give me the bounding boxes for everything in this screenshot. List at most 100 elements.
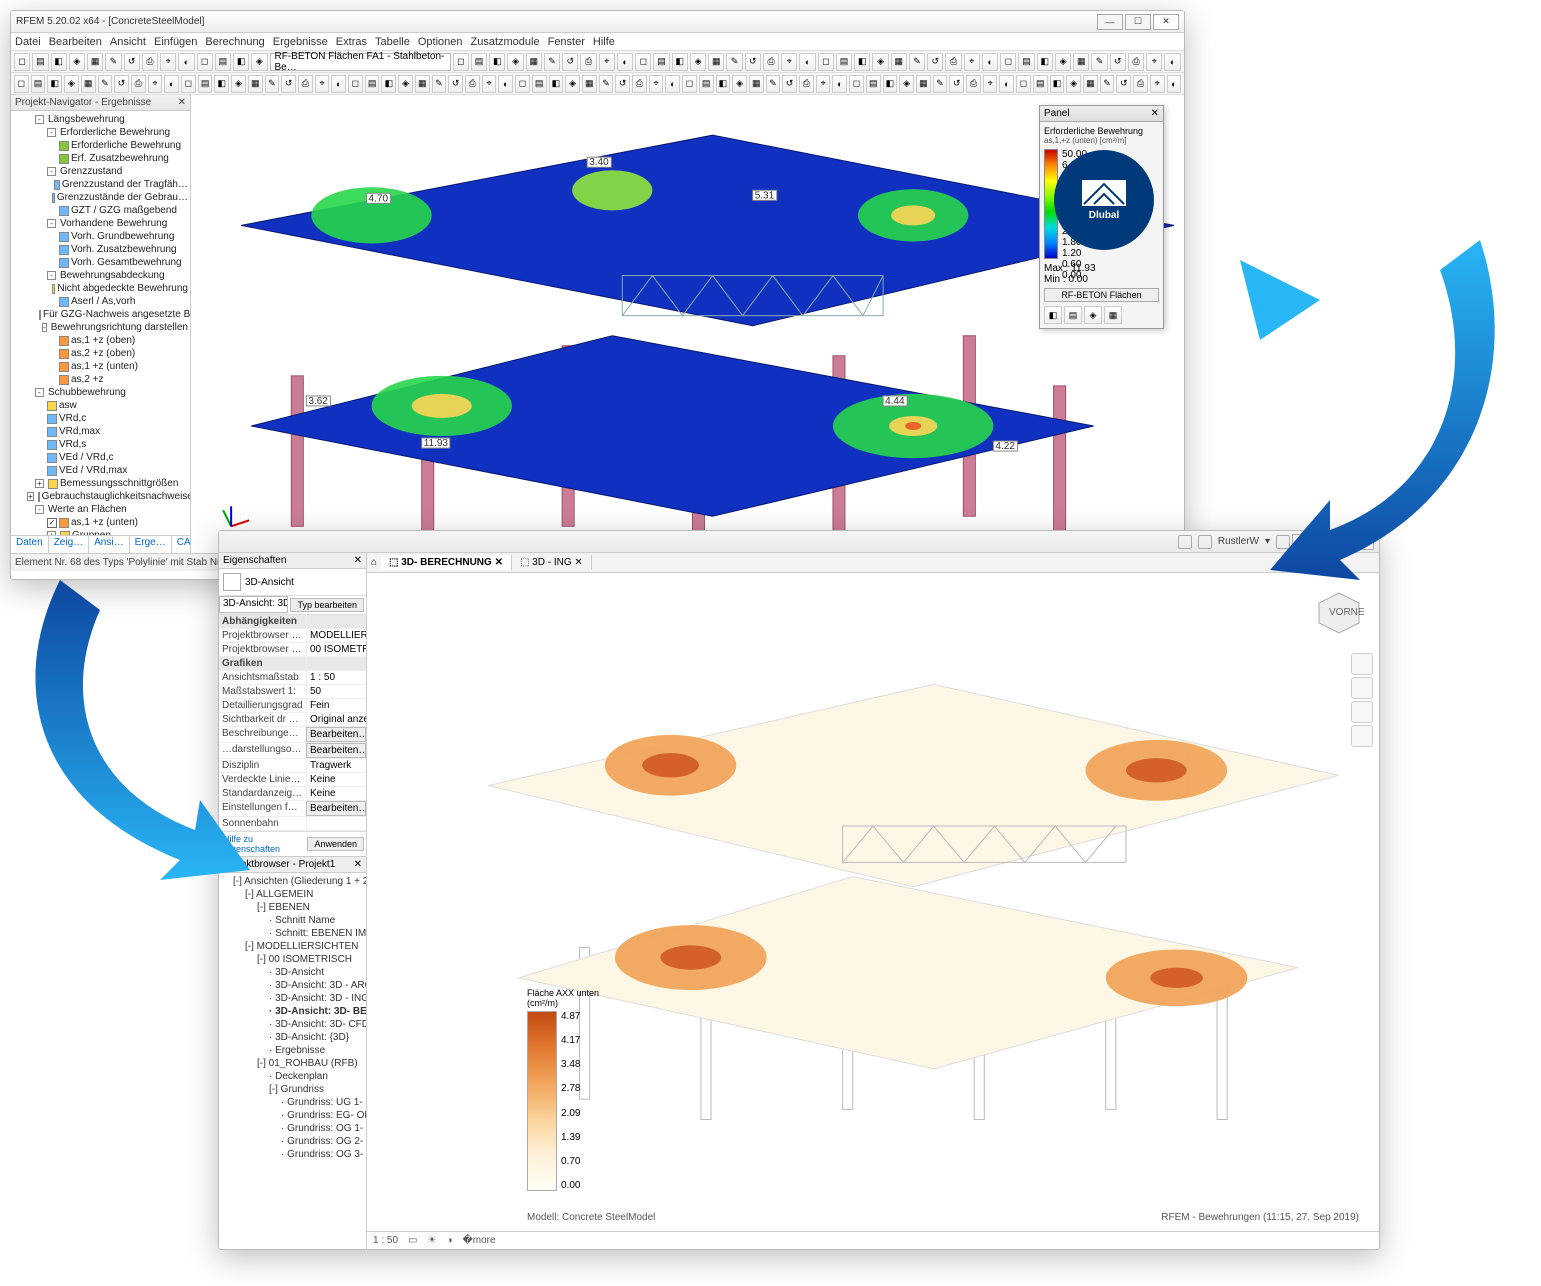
status-icon[interactable]: ◑ bbox=[446, 1235, 452, 1246]
home-icon[interactable]: ⌂ bbox=[367, 557, 381, 568]
browser-item[interactable]: · Grundriss: EG- OK RFB bbox=[281, 1109, 364, 1122]
toolbar-button[interactable]: ⌖ bbox=[964, 53, 980, 71]
toolbar-button[interactable]: ◧ bbox=[381, 75, 396, 93]
close-icon[interactable]: ✕ bbox=[178, 97, 186, 108]
toolbar-button[interactable]: ▤ bbox=[532, 75, 547, 93]
toolbar-button[interactable]: ⌖ bbox=[599, 53, 615, 71]
toolbar-button[interactable]: ▦ bbox=[1073, 53, 1089, 71]
toolbar-button[interactable]: ◧ bbox=[233, 53, 249, 71]
toolbar-button[interactable]: ⌖ bbox=[315, 75, 330, 93]
toolbar-button[interactable]: ↺ bbox=[124, 53, 140, 71]
toolbar-button[interactable]: ◈ bbox=[64, 75, 79, 93]
minimize-button[interactable]: ― bbox=[1292, 534, 1318, 550]
toolbar-button[interactable]: ↺ bbox=[782, 75, 797, 93]
tree-item[interactable]: VRd,c bbox=[37, 412, 188, 425]
browser-item[interactable]: [-] 01_ROHBAU (RFB) bbox=[257, 1057, 364, 1070]
tree-item[interactable]: VEd / VRd,c bbox=[37, 451, 188, 464]
properties-header[interactable]: Eigenschaften✕ bbox=[219, 553, 366, 569]
property-row[interactable]: Projektbrowser Glie…MODELLIERSICHTEN bbox=[219, 629, 366, 643]
toolbar-button[interactable]: ◈ bbox=[1066, 75, 1081, 93]
toolbar-button[interactable]: ◈ bbox=[899, 75, 914, 93]
panel-icon[interactable]: ▤ bbox=[1064, 306, 1082, 324]
toolbar-button[interactable]: ⎙ bbox=[1133, 75, 1148, 93]
navigator-tabs[interactable]: DatenZeig…Ansi…Erge…CAD… bbox=[11, 535, 190, 553]
tree-item[interactable]: Erforderliche Bewehrung bbox=[49, 139, 188, 152]
toolbar-button[interactable]: ↺ bbox=[927, 53, 943, 71]
toolbar-button[interactable]: ▤ bbox=[1033, 75, 1048, 93]
tree-item[interactable]: VRd,s bbox=[37, 438, 188, 451]
tree-item[interactable]: Nicht abgedeckte Bewehrung bbox=[49, 282, 188, 295]
toolbar-button[interactable]: ▤ bbox=[699, 75, 714, 93]
menu-zusatzmodule[interactable]: Zusatzmodule bbox=[471, 36, 540, 48]
menu-ergebnisse[interactable]: Ergebnisse bbox=[273, 36, 328, 48]
toolbar-button[interactable]: ◧ bbox=[489, 53, 505, 71]
panel-icon[interactable]: ◧ bbox=[1044, 306, 1062, 324]
toolbar-button[interactable]: ◈ bbox=[251, 53, 267, 71]
toolbar-button[interactable]: ⎙ bbox=[465, 75, 480, 93]
navigator-tab[interactable]: Ansi… bbox=[89, 536, 129, 553]
menu-fenster[interactable]: Fenster bbox=[548, 36, 585, 48]
view-combo[interactable]: 3D-Ansicht: 3D- BERECHN… bbox=[219, 596, 288, 613]
browser-item[interactable]: [-] Grundriss bbox=[269, 1083, 364, 1096]
view-tab[interactable]: ⬚ 3D - ING ✕ bbox=[512, 555, 592, 570]
toolbar-button[interactable]: ◈ bbox=[69, 53, 85, 71]
toolbar-button[interactable]: ▤ bbox=[1018, 53, 1034, 71]
toolbar-button[interactable]: ✎ bbox=[1100, 75, 1115, 93]
toolbar-button[interactable]: ↺ bbox=[114, 75, 129, 93]
browser-item[interactable]: · Ergebnisse bbox=[269, 1044, 364, 1057]
menu-einfügen[interactable]: Einfügen bbox=[154, 36, 197, 48]
menu-optionen[interactable]: Optionen bbox=[418, 36, 463, 48]
toolbar-button[interactable]: ◈ bbox=[231, 75, 246, 93]
tree-item[interactable]: Erf. Zusatzbewehrung bbox=[49, 152, 188, 165]
toolbar-button[interactable]: ◻ bbox=[1000, 53, 1016, 71]
tree-item[interactable]: - Erforderliche Bewehrung bbox=[37, 126, 188, 139]
browser-item[interactable]: · Deckenplan bbox=[269, 1070, 364, 1083]
toolbar-button[interactable]: ▤ bbox=[866, 75, 881, 93]
toolbar-button[interactable]: ◻ bbox=[14, 75, 29, 93]
tree-item[interactable]: + Bemessungsschnittgrößen bbox=[25, 477, 188, 490]
status-icon[interactable]: ▭ bbox=[408, 1235, 417, 1246]
toolbar-button[interactable]: ▤ bbox=[836, 53, 852, 71]
toolbar-button[interactable]: ▤ bbox=[215, 53, 231, 71]
browser-item[interactable]: [-] MODELLIERSICHTEN bbox=[245, 940, 364, 953]
toolbar-button[interactable]: ⎙ bbox=[142, 53, 158, 71]
toolbar-button[interactable]: ⎙ bbox=[580, 53, 596, 71]
toolbar-button[interactable]: ✎ bbox=[1091, 53, 1107, 71]
toolbar-button[interactable]: ↺ bbox=[949, 75, 964, 93]
toolbar-button[interactable]: ◧ bbox=[883, 75, 898, 93]
toolbar-button[interactable]: ◐ bbox=[832, 75, 847, 93]
toolbar-button[interactable]: ◧ bbox=[716, 75, 731, 93]
toolbar-button[interactable]: ⎙ bbox=[632, 75, 647, 93]
toolbar-button[interactable]: ◐ bbox=[178, 53, 194, 71]
navigator-tree[interactable]: - Längsbewehrung- Erforderliche Bewehrun… bbox=[11, 111, 190, 535]
toolbar-button[interactable]: ◐ bbox=[164, 75, 179, 93]
toolbar-button[interactable]: ◈ bbox=[1055, 53, 1071, 71]
property-row[interactable]: Sichtbarkeit dr Teil…Original anzeigen bbox=[219, 713, 366, 727]
project-browser-tree[interactable]: [-] Ansichten (Gliederung 1 + 2)[-] ALLG… bbox=[219, 873, 366, 1249]
user-icon[interactable] bbox=[1198, 535, 1212, 549]
toolbar-button[interactable]: ◐ bbox=[617, 53, 633, 71]
browser-item[interactable]: [-] EBENEN bbox=[257, 901, 364, 914]
close-icon[interactable]: ✕ bbox=[1151, 108, 1159, 119]
toolbar-button[interactable]: ▤ bbox=[365, 75, 380, 93]
menu-extras[interactable]: Extras bbox=[336, 36, 367, 48]
tree-item[interactable]: - Werte an Flächen bbox=[25, 503, 188, 516]
titlebar[interactable]: RustlerW ▾ ― ❐ ✕ bbox=[219, 531, 1379, 553]
status-icon[interactable]: ☀ bbox=[427, 1235, 436, 1246]
menu-ansicht[interactable]: Ansicht bbox=[110, 36, 146, 48]
restore-button[interactable]: ❐ bbox=[1320, 534, 1346, 550]
toolbar-button[interactable]: ✎ bbox=[265, 75, 280, 93]
property-row[interactable]: DetaillierungsgradFein bbox=[219, 699, 366, 713]
toolbar-button[interactable]: ◻ bbox=[197, 53, 213, 71]
browser-item[interactable]: [-] Ansichten (Gliederung 1 + 2) bbox=[233, 875, 364, 888]
toolbar-button[interactable]: ↺ bbox=[562, 53, 578, 71]
close-button[interactable]: ✕ bbox=[1348, 534, 1374, 550]
menu-datei[interactable]: Datei bbox=[15, 36, 41, 48]
toolbar-button[interactable]: ◈ bbox=[565, 75, 580, 93]
browser-item[interactable]: · Grundriss: UG 1- OK RFB bbox=[281, 1096, 364, 1109]
toolbar-button[interactable]: ⌖ bbox=[649, 75, 664, 93]
property-row[interactable]: Maßstabswert 1:50 bbox=[219, 685, 366, 699]
toolbar-button[interactable]: ▤ bbox=[32, 53, 48, 71]
panel-icon[interactable]: ◈ bbox=[1084, 306, 1102, 324]
tree-item[interactable]: as,1 +z (oben) bbox=[49, 334, 188, 347]
